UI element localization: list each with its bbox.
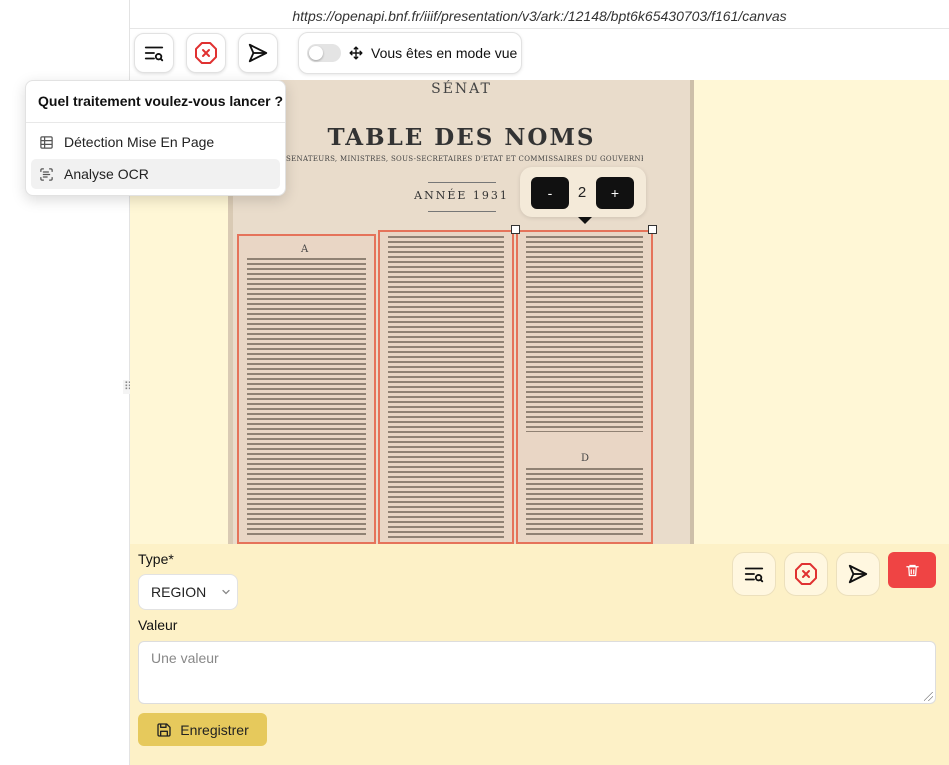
type-select[interactable]: REGION (138, 574, 238, 610)
type-select-value: REGION (151, 584, 207, 600)
page-edge (690, 80, 694, 544)
toggle-knob (309, 46, 323, 60)
document-title: TABLE DES NOMS (327, 124, 596, 151)
document-subtitle: (SÉNATEURS, MINISTRES, SOUS-SECRÉTAIRES … (283, 155, 643, 163)
mode-label: Vous êtes en mode vue (371, 45, 518, 61)
mode-toggle[interactable] (307, 44, 341, 62)
divider (428, 182, 496, 183)
scan-text-icon (40, 167, 53, 181)
document-page: SÉNAT TABLE DES NOMS (SÉNATEURS, MINISTR… (233, 80, 690, 544)
save-icon (157, 722, 171, 737)
menu-item-ocr-analysis[interactable]: Analyse OCR (31, 159, 280, 189)
processing-menu: Quel traitement voulez-vous lancer ? Dét… (25, 80, 286, 196)
search-list-icon (144, 46, 164, 62)
stepper-pointer (578, 217, 592, 224)
form-send-button[interactable] (836, 552, 880, 596)
x-octagon-icon (795, 563, 817, 585)
ocr-region-column-2[interactable] (378, 230, 514, 544)
text-block (388, 236, 504, 538)
menu-divider (26, 122, 285, 123)
chevron-down-icon (222, 589, 230, 595)
column-letter-d: D (581, 453, 590, 464)
canvas-url: https://openapi.bnf.fr/iiif/presentation… (130, 0, 949, 29)
save-label: Enregistrer (180, 721, 249, 738)
trash-icon (905, 564, 919, 576)
form-cancel-button[interactable] (784, 552, 828, 596)
send-button[interactable] (238, 33, 278, 73)
send-icon (248, 43, 268, 63)
menu-item-label: Analyse OCR (64, 166, 149, 182)
save-button[interactable]: Enregistrer (138, 713, 267, 746)
document-header: SÉNAT (431, 81, 492, 97)
annotation-form: Type* REGION Valeur Une valeur Enregistr… (130, 544, 949, 765)
table-icon (40, 135, 53, 149)
send-icon (848, 564, 868, 584)
textarea-resize-grip[interactable] (924, 692, 933, 701)
resize-handle-top-left[interactable] (511, 225, 520, 234)
search-list-button[interactable] (134, 33, 174, 73)
move-icon (349, 46, 363, 60)
text-block (526, 468, 643, 538)
menu-item-layout-detection[interactable]: Détection Mise En Page (31, 127, 280, 157)
region-stepper: - 2 + (520, 167, 646, 217)
decrement-button[interactable]: - (531, 177, 569, 209)
value-label: Valeur (138, 617, 178, 633)
ocr-region-column-1[interactable]: A (237, 234, 376, 544)
increment-button[interactable]: + (596, 177, 634, 209)
menu-item-label: Détection Mise En Page (64, 134, 215, 150)
mode-toggle-group: Vous êtes en mode vue (298, 32, 522, 74)
search-list-icon (744, 567, 764, 583)
text-block (526, 236, 643, 432)
form-search-list-button[interactable] (732, 552, 776, 596)
cancel-button[interactable] (186, 33, 226, 73)
text-block (247, 258, 366, 538)
divider (428, 211, 496, 212)
ocr-region-column-3-selected[interactable]: D (516, 230, 653, 544)
resize-handle-top-right[interactable] (648, 225, 657, 234)
menu-title: Quel traitement voulez-vous lancer ? (38, 93, 284, 109)
value-placeholder: Une valeur (151, 650, 219, 666)
delete-button[interactable] (888, 552, 936, 588)
x-octagon-icon (195, 42, 217, 64)
value-textarea[interactable]: Une valeur (138, 641, 936, 704)
column-letter-a: A (301, 244, 309, 255)
type-label: Type* (138, 551, 174, 567)
stepper-value: 2 (577, 184, 587, 201)
